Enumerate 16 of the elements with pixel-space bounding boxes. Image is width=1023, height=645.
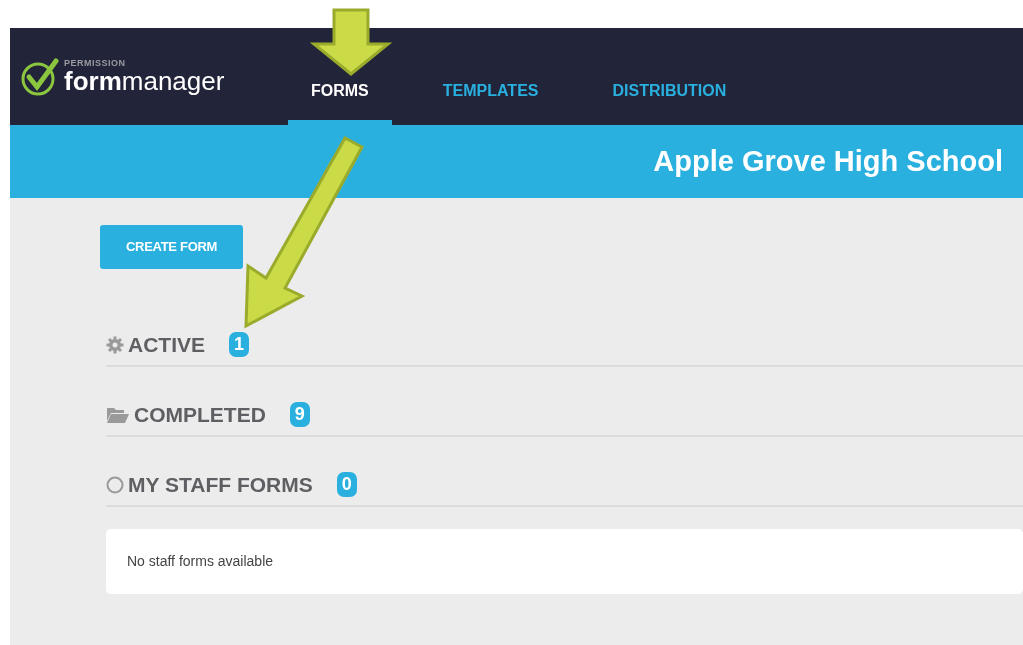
count-badge: 9 [289,401,310,428]
count-badge: 1 [229,331,250,358]
folder-icon [106,405,130,424]
gear-icon [106,335,124,354]
section-title: MY STAFF FORMS [128,471,313,498]
section-title: ACTIVE [128,331,205,358]
logo-wordmark: formmanager [64,68,225,94]
logo-tagline: PERMISSION [64,59,127,68]
circle-icon [106,475,124,494]
nav-tab[interactable]: TEMPLATES [419,28,562,125]
school-name: Apple Grove High School [653,144,1003,179]
nav-tab[interactable]: DISTRIBUTION [589,28,750,125]
section-title: COMPLETED [134,401,266,428]
check-logo-icon [20,56,60,97]
count-badge: 0 [336,471,357,498]
empty-message: No staff forms available [106,528,1023,594]
